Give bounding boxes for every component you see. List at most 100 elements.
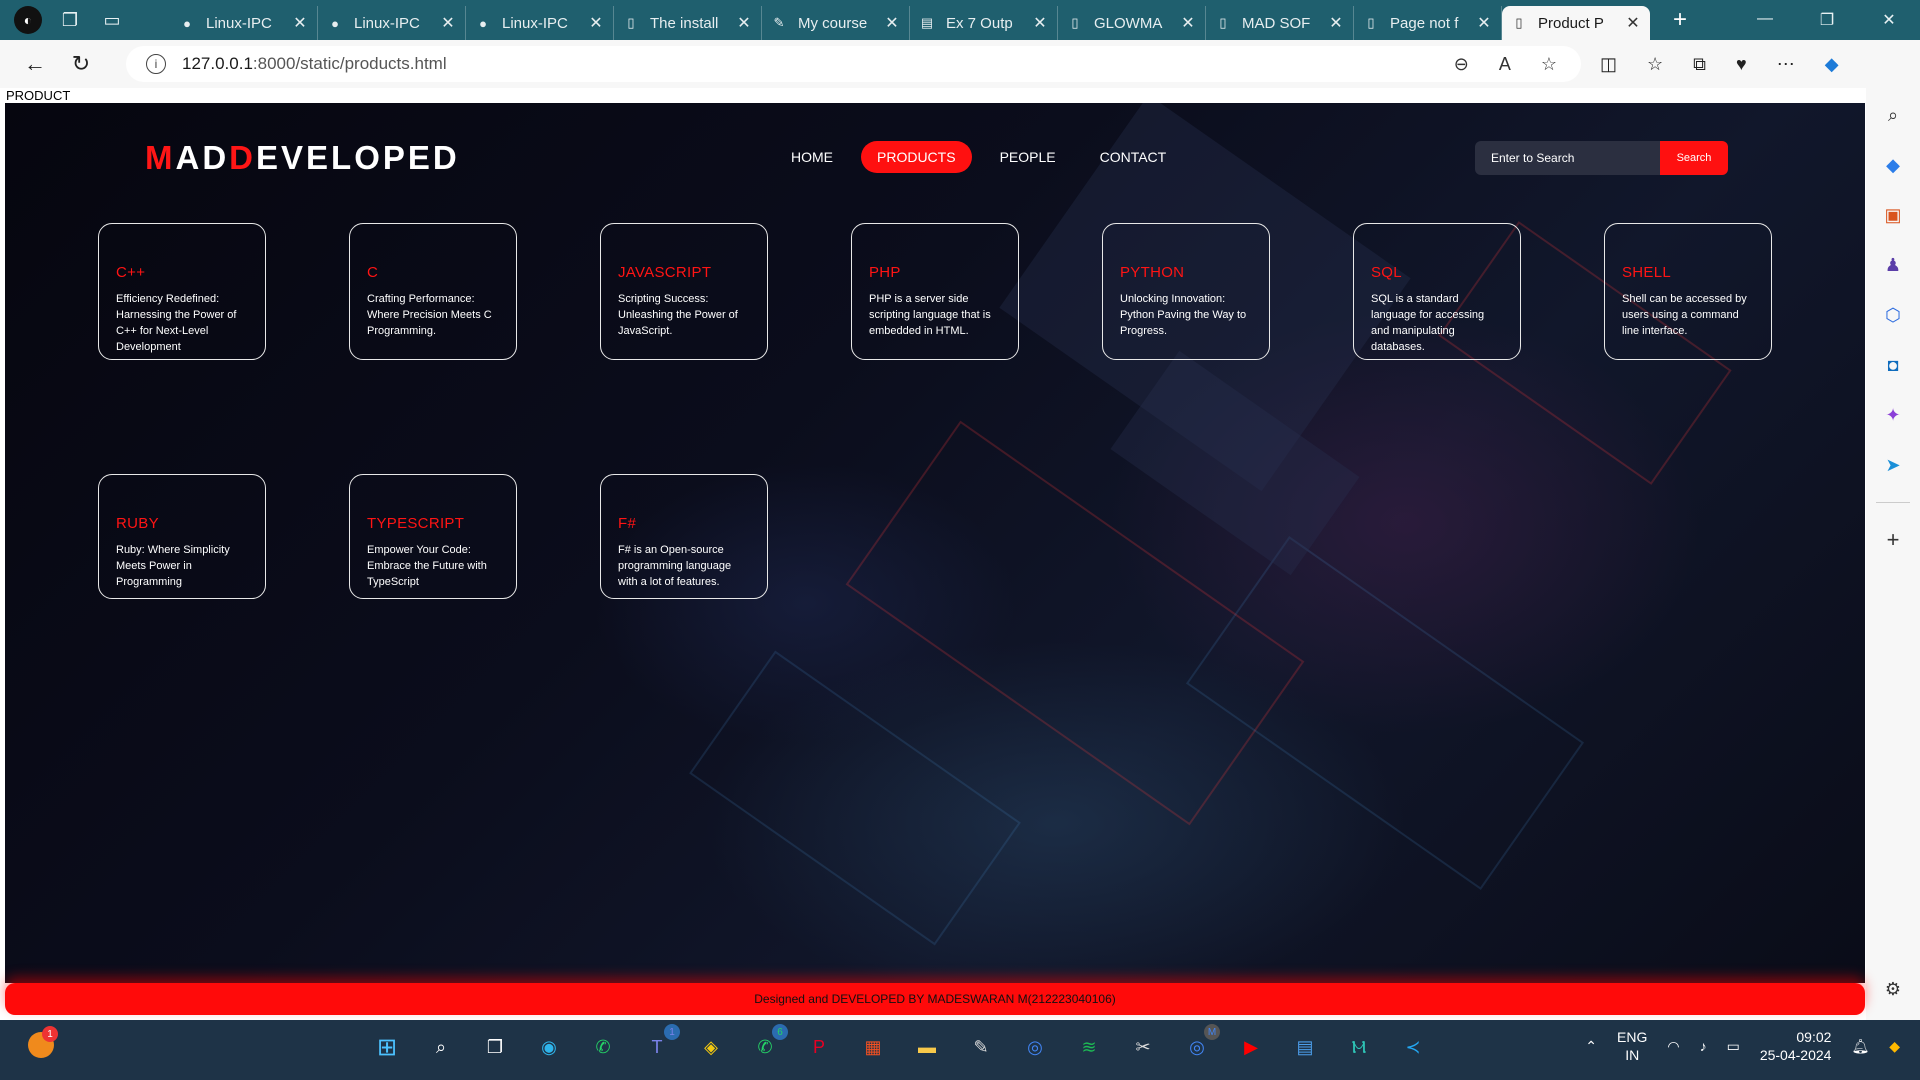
browser-tab[interactable]: ▤ Ex 7 Outp ✕ [910,6,1058,40]
card-title: TYPESCRIPT [367,515,465,532]
product-card[interactable]: SQL SQL is a standard language for access… [1353,223,1521,360]
close-tab-icon[interactable]: ✕ [587,13,605,33]
back-icon[interactable]: ← [12,51,58,77]
url-field[interactable]: i 127.0.0.1:8000/static/products.html ⊖ … [126,46,1581,82]
logo-letter-m: M [145,139,176,176]
refresh-icon[interactable]: ↻ [58,51,104,77]
search-button[interactable]: Search [1660,141,1728,175]
new-tab-icon[interactable]: + [1660,6,1700,34]
search-input[interactable] [1475,141,1660,175]
notification-app-icon[interactable]: 1 [28,1026,58,1058]
product-card[interactable]: F# F# is an Open-source programming langu… [600,474,768,599]
task-view-icon[interactable]: ❐ [478,1030,512,1064]
browser-tab[interactable]: ▯ MAD SOF ✕ [1206,6,1354,40]
browser-tab[interactable]: ● Linux-IPC ✕ [170,6,318,40]
close-tab-icon[interactable]: ✕ [883,13,901,33]
product-card[interactable]: C Crafting Performance: Where Precision M… [349,223,517,360]
nav-home[interactable]: HOME [775,141,849,173]
product-card[interactable]: TYPESCRIPT Empower Your Code: Embrace the… [349,474,517,599]
chrome-icon[interactable]: ◎ [1018,1030,1052,1064]
vscode-icon[interactable]: ≺ [1396,1030,1430,1064]
designer-icon[interactable]: ✦ [1881,402,1905,428]
close-tab-icon[interactable]: ✕ [1624,13,1642,33]
outlook-icon[interactable]: ◘ [1881,352,1905,378]
clock[interactable]: 09:02 25-04-2024 [1760,1028,1832,1064]
url-host: 127.0.0.1 [182,54,253,73]
sidebar-settings-icon[interactable]: ⚙ [1881,976,1905,1002]
zoom-icon[interactable]: ⊖ [1454,54,1469,75]
search-icon[interactable]: ⌕ [424,1030,458,1064]
teams-icon[interactable]: T1 [640,1024,680,1064]
volume-icon[interactable]: ♪ [1700,1038,1707,1054]
language-indicator[interactable]: ENG IN [1617,1028,1647,1064]
python-icon[interactable]: ◈ [694,1030,728,1064]
browser-tab[interactable]: ▯ GLOWMA ✕ [1058,6,1206,40]
edge-icon[interactable]: ◉ [532,1030,566,1064]
restore-icon[interactable]: ❐ [1796,10,1858,30]
close-tab-icon[interactable]: ✕ [439,13,457,33]
copilot-icon[interactable]: ◆ [1825,54,1839,75]
tray-overflow-icon[interactable]: ⌃ [1585,1038,1597,1055]
whatsapp-icon[interactable]: ✆ [586,1030,620,1064]
file-explorer-icon[interactable]: ▬ [910,1030,944,1064]
whatsapp-business-icon[interactable]: ✆ 6 [748,1024,788,1064]
start-icon[interactable]: ⊞ [370,1030,404,1064]
browser-tab[interactable]: ● Linux-IPC ✕ [318,6,466,40]
notifications-bell-icon[interactable]: 🔔︎ [1851,1038,1869,1055]
product-card[interactable]: JAVASCRIPT Scripting Success: Unleashing … [600,223,768,360]
close-window-icon[interactable]: ✕ [1858,10,1920,30]
close-tab-icon[interactable]: ✕ [1475,13,1493,33]
store-icon[interactable]: ▤ [1288,1030,1322,1064]
close-tab-icon[interactable]: ✕ [735,13,753,33]
browser-tab[interactable]: ● Linux-IPC ✕ [466,6,614,40]
battery-icon[interactable]: ▭ [1727,1038,1740,1055]
notepad-icon[interactable]: ✎ [964,1030,998,1064]
product-card[interactable]: PHP PHP is a server side scripting langua… [851,223,1019,360]
youtube-icon[interactable]: ▶ [1234,1030,1268,1064]
shopping-tag-icon[interactable]: ◆ [1881,152,1905,178]
browser-tab[interactable]: ▯ The install ✕ [614,6,762,40]
favorite-star-icon[interactable]: ☆ [1541,54,1557,75]
document-icon: ▯ [1515,15,1523,30]
nav-people[interactable]: PEOPLE [984,141,1072,173]
close-tab-icon[interactable]: ✕ [1327,13,1345,33]
browser-tab[interactable]: ✎ My course ✕ [762,6,910,40]
browser-essentials-icon[interactable]: ♥ [1736,54,1747,75]
copilot-taskbar-icon[interactable]: ◆ [1889,1038,1900,1055]
tools-briefcase-icon[interactable]: ▣ [1881,202,1905,228]
product-card[interactable]: RUBY Ruby: Where Simplicity Meets Power i… [98,474,266,599]
tab-actions-icon[interactable]: ▭ [98,6,126,34]
pinterest-icon[interactable]: P [802,1030,836,1064]
minimize-icon[interactable]: — [1734,10,1796,30]
games-icon[interactable]: ♟ [1881,252,1905,278]
read-aloud-icon[interactable]: A [1499,54,1511,75]
close-tab-icon[interactable]: ✕ [1179,13,1197,33]
site-logo[interactable]: MADDEVELOPED [145,139,460,177]
browser-tab-active[interactable]: ▯ Product P ✕ [1502,6,1650,40]
collections-icon[interactable]: ⧉ [1693,54,1706,75]
split-screen-icon[interactable]: ◫ [1600,54,1617,75]
nav-contact[interactable]: CONTACT [1084,141,1183,173]
favorites-icon[interactable]: ☆ [1647,54,1663,75]
browser-tab[interactable]: ▯ Page not f ✕ [1354,6,1502,40]
search-icon[interactable]: ⌕ [1881,102,1905,128]
more-options-icon[interactable]: ⋯ [1777,54,1795,75]
product-card[interactable]: PYTHON Unlocking Innovation: Python Pavin… [1102,223,1270,360]
product-card[interactable]: SHELL Shell can be accessed by users usin… [1604,223,1772,360]
wifi-icon[interactable]: ◠ [1667,1038,1679,1055]
workspaces-icon[interactable]: ❐ [56,6,84,34]
site-info-icon[interactable]: i [146,54,166,74]
close-tab-icon[interactable]: ✕ [291,13,309,33]
chrome-profile-icon[interactable]: ◎ M [1180,1024,1220,1064]
spotify-icon[interactable]: ≋ [1072,1030,1106,1064]
add-sidebar-app-icon[interactable]: + [1881,527,1905,553]
drop-icon[interactable]: ➤ [1881,452,1905,478]
nav-products[interactable]: PRODUCTS [861,141,972,173]
snipping-tool-icon[interactable]: ✂ [1126,1030,1160,1064]
microsoft-365-icon[interactable]: ⬡ [1881,302,1905,328]
android-studio-icon[interactable]: Ⲙ [1342,1030,1376,1064]
office-apps-icon[interactable]: ▦ [856,1030,890,1064]
product-card[interactable]: C++ Efficiency Redefined: Harnessing the … [98,223,266,360]
profile-icon[interactable]: ◐ [14,6,42,34]
close-tab-icon[interactable]: ✕ [1031,13,1049,33]
